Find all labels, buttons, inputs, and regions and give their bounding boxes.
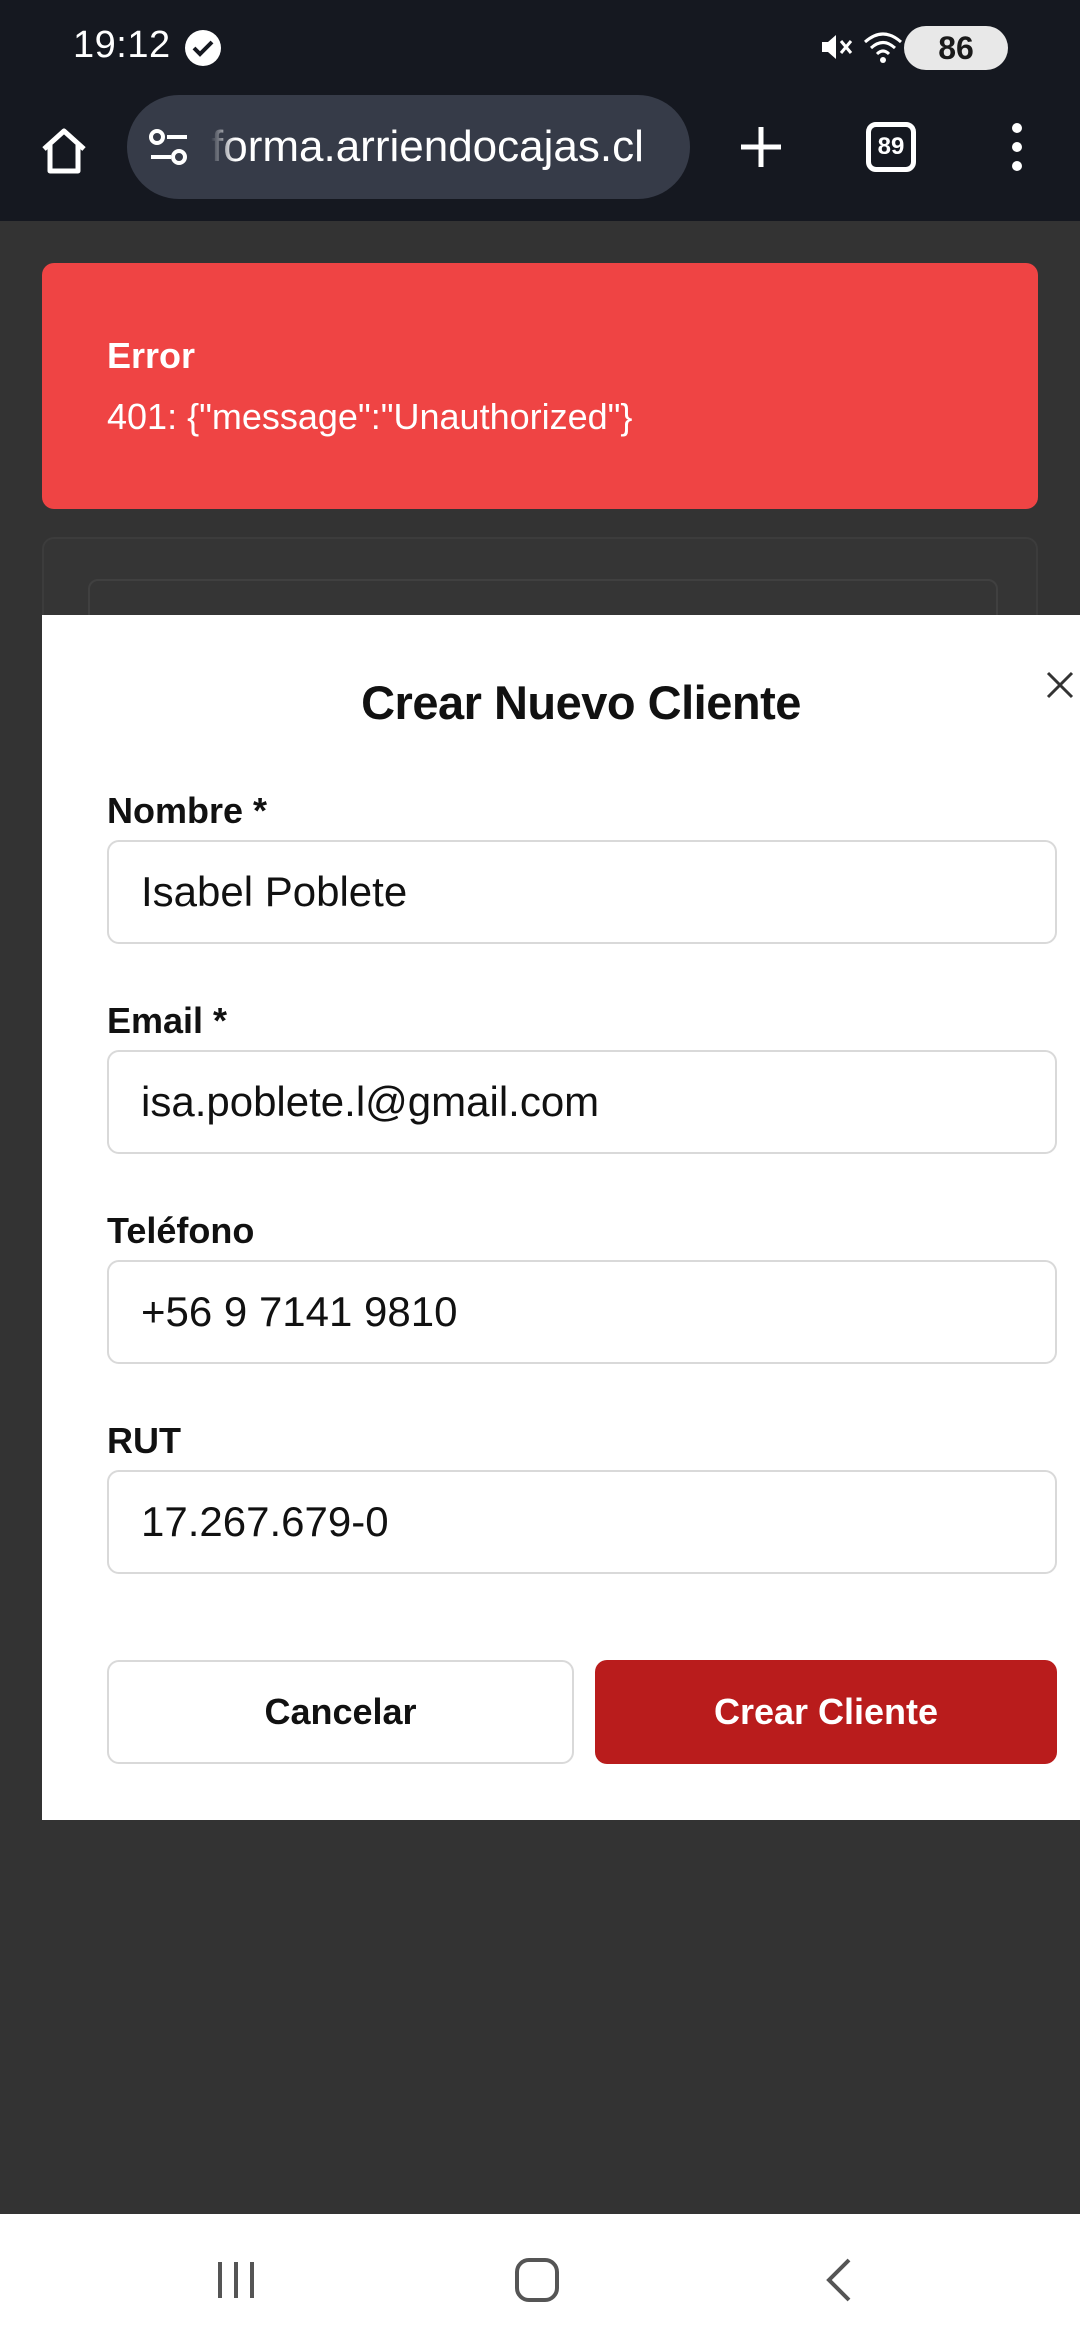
status-bar: 19:12 86 [0, 0, 1080, 95]
browser-toolbar: forma.arriendocajas.cl 89 [0, 95, 1080, 221]
home-icon[interactable] [36, 123, 92, 179]
email-label: Email * [107, 1000, 228, 1041]
mute-icon [816, 28, 854, 71]
error-message: 401: {"message":"Unauthorized"} [107, 396, 633, 437]
new-tab-icon[interactable] [733, 119, 789, 175]
recents-icon[interactable] [214, 2258, 258, 2307]
navigation-bar [0, 2214, 1080, 2340]
name-input[interactable] [107, 840, 1057, 944]
site-settings-icon[interactable] [147, 127, 191, 172]
rut-input[interactable] [107, 1470, 1057, 1574]
address-bar[interactable]: forma.arriendocajas.cl [127, 95, 690, 199]
error-title: Error [107, 335, 196, 376]
name-label: Nombre * [107, 790, 268, 831]
create-client-modal: Crear Nuevo Cliente Nombre * Email * Tel… [42, 615, 1080, 1820]
rut-label: RUT [107, 1420, 181, 1461]
url-text[interactable]: forma.arriendocajas.cl [211, 122, 671, 174]
close-icon[interactable] [1040, 665, 1080, 705]
check-circle-icon [185, 30, 221, 66]
phone-label: Teléfono [107, 1210, 255, 1251]
home-nav-icon[interactable] [513, 2256, 561, 2309]
create-client-button[interactable]: Crear Cliente [595, 1660, 1057, 1764]
wifi-icon [861, 28, 905, 71]
url-fade [211, 117, 235, 177]
more-menu-icon[interactable] [1002, 119, 1032, 175]
email-input[interactable] [107, 1050, 1057, 1154]
battery-indicator: 86 [904, 26, 1008, 70]
error-alert: Error 401: {"message":"Unauthorized"} [42, 263, 1038, 509]
back-icon[interactable] [821, 2256, 857, 2309]
phone-input[interactable] [107, 1260, 1057, 1364]
modal-title: Crear Nuevo Cliente [361, 676, 801, 729]
tab-switcher-button[interactable]: 89 [866, 122, 916, 172]
status-time: 19:12 [73, 24, 171, 66]
cancel-button[interactable]: Cancelar [107, 1660, 574, 1764]
page-content: Error 401: {"message":"Unauthorized"} Cr… [0, 221, 1080, 2214]
